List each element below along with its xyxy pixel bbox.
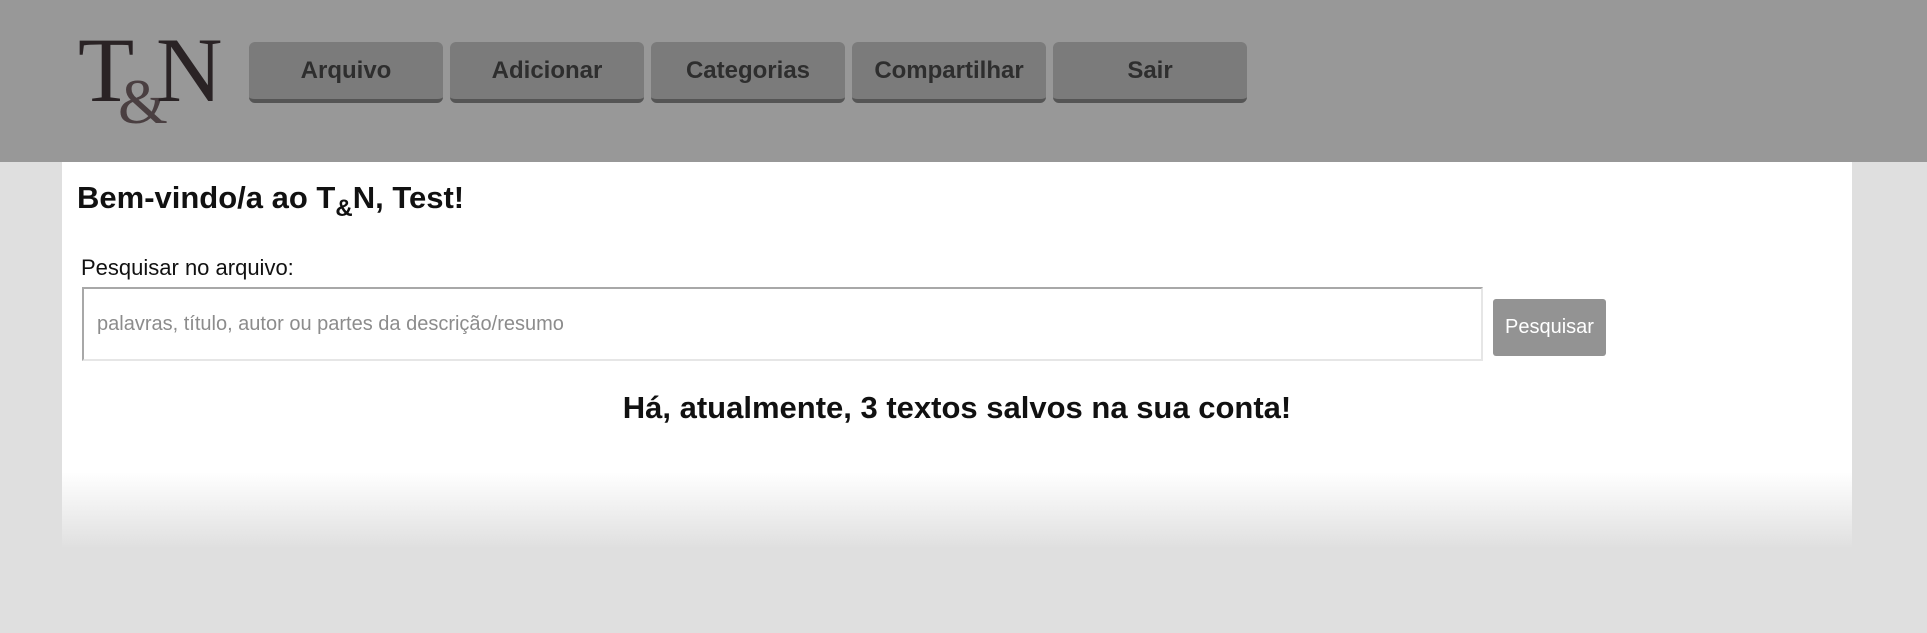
logo[interactable]: T & N — [78, 19, 228, 134]
nav-button-adicionar[interactable]: Adicionar — [450, 42, 644, 103]
welcome-ampersand: & — [335, 195, 353, 222]
search-button[interactable]: Pesquisar — [1493, 299, 1606, 356]
main-nav: Arquivo Adicionar Categorias Compartilha… — [249, 42, 1247, 103]
search-input[interactable] — [82, 287, 1483, 361]
saved-texts-count-message: Há, atualmente, 3 textos salvos na sua c… — [622, 390, 1292, 425]
main-content: Bem-vindo/a ao T&N, Test! Pesquisar no a… — [62, 162, 1852, 547]
nav-button-sair[interactable]: Sair — [1053, 42, 1247, 103]
welcome-suffix: N, Test! — [352, 180, 465, 215]
nav-button-arquivo[interactable]: Arquivo — [249, 42, 443, 103]
search-label: Pesquisar no arquivo: — [81, 255, 294, 280]
header-bar: T & N Arquivo Adicionar Categorias Compa… — [0, 0, 1927, 162]
welcome-heading: Bem-vindo/a ao T&N, Test! — [77, 180, 465, 222]
welcome-prefix: Bem-vindo/a ao T — [77, 180, 336, 215]
nav-button-categorias[interactable]: Categorias — [651, 42, 845, 103]
logo-letter-n: N — [156, 19, 222, 121]
nav-button-compartilhar[interactable]: Compartilhar — [852, 42, 1046, 103]
